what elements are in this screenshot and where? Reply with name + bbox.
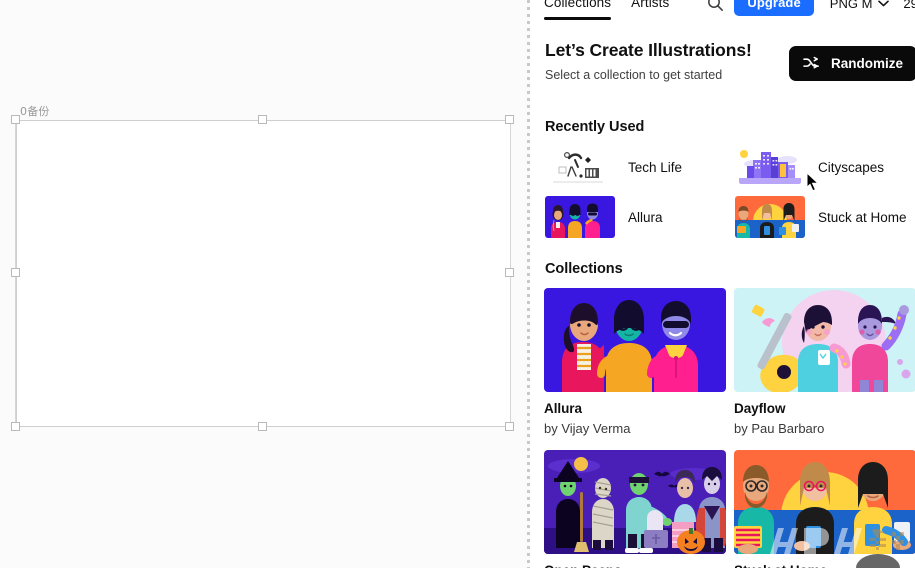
chevron-down-icon — [878, 0, 890, 7]
format-select-value: PNG M — [829, 0, 873, 11]
recent-item-label: Stuck at Home — [818, 209, 907, 225]
recently-used-grid: Tech Life Cityscapes Allura Stuck at Hom… — [545, 146, 915, 238]
selected-frame[interactable] — [16, 120, 511, 427]
export-count-label: 29 — [903, 0, 915, 11]
randomize-button[interactable]: Randomize — [788, 46, 915, 81]
resize-handle-bottom-right[interactable] — [505, 422, 514, 431]
page-title: Let’s Create Illustrations! — [545, 40, 752, 60]
design-canvas[interactable]: 0备份 — [0, 0, 531, 568]
recent-item-tech-life[interactable]: Tech Life — [545, 146, 735, 188]
resize-handle-bottom-center[interactable] — [258, 422, 267, 431]
recent-item-allura[interactable]: Allura — [545, 196, 735, 238]
resize-handle-bottom-left[interactable] — [11, 422, 20, 431]
thumbnail-allura — [545, 196, 615, 238]
thumbnail-dayflow-large — [734, 288, 915, 392]
collection-card-open-peeps[interactable]: Open Peeps — [544, 450, 726, 568]
collection-card-allura[interactable]: Allura by Vijay Verma — [544, 288, 726, 436]
recent-item-label: Cityscapes — [818, 159, 885, 175]
upgrade-button[interactable]: Upgrade — [734, 0, 814, 17]
resize-handle-top-left[interactable] — [11, 115, 20, 124]
section-title-recently-used: Recently Used — [545, 119, 645, 135]
resize-handle-middle-right[interactable] — [505, 268, 514, 277]
collection-author: by Vijay Verma — [544, 421, 631, 436]
tab-artists[interactable]: Artists — [631, 0, 677, 20]
panel-headline-row: Let’s Create Illustrations! Select a col… — [531, 40, 915, 82]
format-select[interactable]: PNG M — [830, 0, 890, 11]
resize-handle-top-right[interactable] — [505, 115, 514, 124]
collection-name: Stuck at Home — [734, 563, 915, 568]
headline-group: Let’s Create Illustrations! Select a col… — [545, 40, 752, 82]
thumbnail-stuck-at-home-large — [734, 450, 915, 554]
recent-item-cityscapes[interactable]: Cityscapes — [735, 146, 915, 188]
thumbnail-stuck-at-home — [735, 196, 805, 238]
randomize-button-label: Randomize — [830, 56, 903, 71]
recent-item-label: Allura — [628, 209, 663, 225]
thumbnail-allura-large — [544, 288, 726, 392]
collection-card-stuck-at-home[interactable]: Stuck at Home — [734, 450, 915, 568]
recent-item-label: Tech Life — [628, 159, 683, 175]
selection-label: 0备份 — [20, 105, 50, 118]
thumbnail-tech-life — [545, 146, 615, 188]
thumbnail-cityscapes — [735, 146, 805, 188]
collection-name: Open Peeps — [544, 563, 726, 568]
search-icon[interactable] — [707, 0, 724, 14]
thumbnail-open-peeps-large — [544, 450, 726, 554]
tab-collections[interactable]: Collections — [544, 0, 619, 20]
section-title-collections: Collections — [545, 261, 623, 277]
collection-author: by Pau Barbaro — [734, 421, 825, 436]
collection-name: Allura — [544, 401, 582, 416]
page-subtitle: Select a collection to get started — [545, 68, 723, 83]
collection-name: Dayflow — [734, 401, 786, 416]
collection-card-dayflow[interactable]: Dayflow by Pau Barbaro — [734, 288, 915, 436]
recent-item-stuck-at-home[interactable]: Stuck at Home — [735, 196, 915, 238]
resize-handle-top-center[interactable] — [258, 115, 267, 124]
collections-grid: Allura by Vijay Verma Dayflow by Pau Bar… — [544, 288, 915, 568]
panel-tabbar: Collections Artists Upgrade PNG M 29 — [531, 0, 915, 20]
resize-handle-middle-left[interactable] — [11, 268, 20, 277]
shuffle-icon — [803, 56, 820, 71]
